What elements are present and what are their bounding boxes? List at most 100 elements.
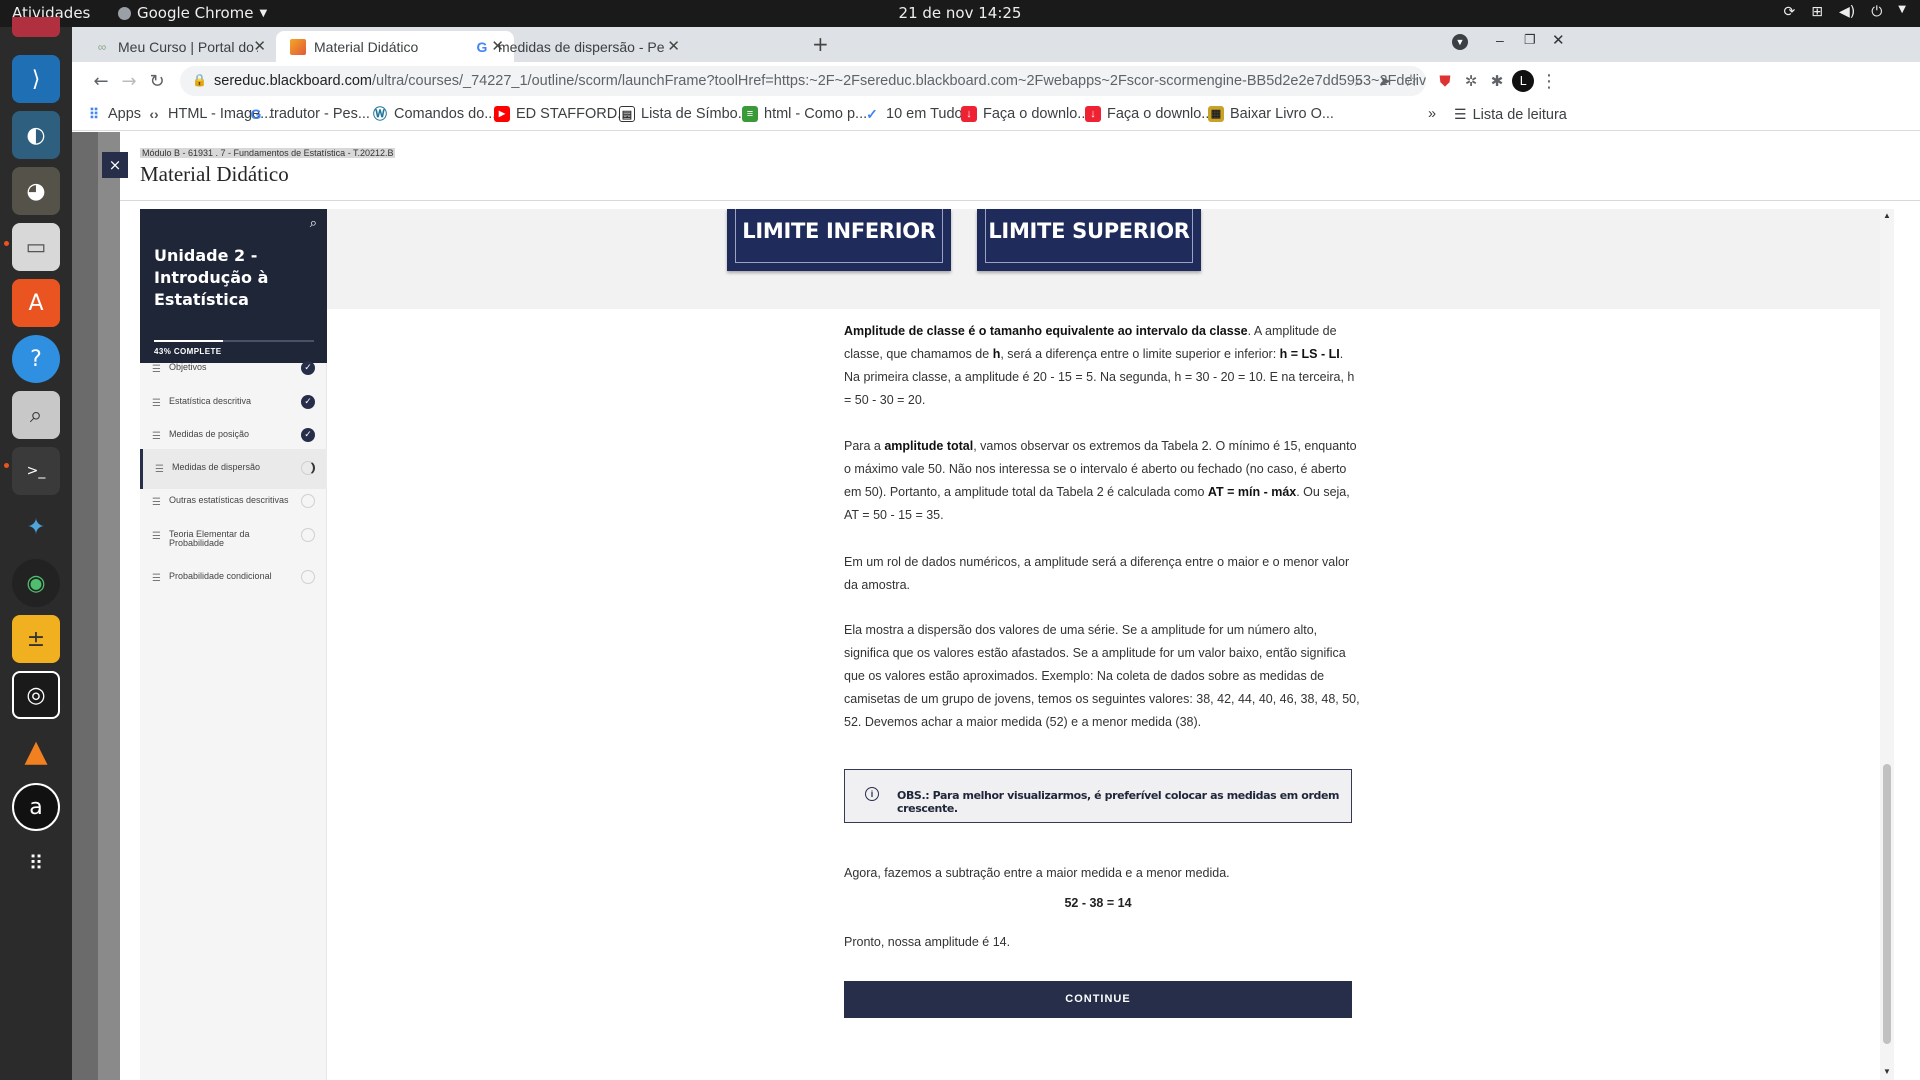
magnifier-icon[interactable]: ⌕ bbox=[12, 391, 60, 439]
bookmark-apps[interactable]: ⠿ Apps bbox=[86, 106, 141, 122]
app-icon-red[interactable] bbox=[12, 17, 60, 37]
tab-title: medidas de dispersão - Pe bbox=[498, 38, 665, 55]
help-icon[interactable]: ? bbox=[12, 335, 60, 383]
running-indicator bbox=[4, 463, 9, 468]
running-indicator bbox=[4, 241, 9, 246]
url-path: /ultra/courses/_74227_1/outline/scorm/la… bbox=[371, 73, 1426, 89]
bookmark-label: html - Como p... bbox=[764, 106, 868, 122]
close-tab-icon[interactable]: ✕ bbox=[253, 37, 266, 55]
bookmark-item[interactable]: ▦ Baixar Livro O... bbox=[1208, 106, 1334, 122]
page-title: Material Didático bbox=[140, 162, 289, 186]
show-apps-icon[interactable]: ⠿ bbox=[12, 839, 60, 887]
chrome-icon bbox=[118, 6, 131, 20]
adblock-icon[interactable]: ⛊ bbox=[1432, 68, 1458, 94]
text: Para a bbox=[844, 439, 885, 453]
obs-callout: i OBS.: Para melhor visualizarmos, é pre… bbox=[844, 769, 1352, 823]
calculator-icon[interactable]: ± bbox=[12, 615, 60, 663]
dock: ⟩ ◐ ◕ ▭ A ? ⌕ >_ ✦ ◉ ± ◎ ▲ a ⠿ bbox=[0, 17, 72, 1080]
bookmark-label: tradutor - Pes... bbox=[270, 106, 370, 122]
lesson-label: Teoria Elementar da Probabilidade bbox=[169, 529, 250, 548]
limite-inferior-box: LIMITE INFERIOR bbox=[727, 209, 951, 271]
continue-button[interactable]: CONTINUE bbox=[844, 981, 1352, 1018]
bookmark-item[interactable]: ↓ Faça o downlo... bbox=[1085, 106, 1213, 122]
lesson-label: Objetivos bbox=[169, 362, 207, 372]
camera-app-icon[interactable]: ◉ bbox=[12, 559, 60, 607]
lesson-sidebar: ⌕ Unidade 2 - Introdução à Estatística 4… bbox=[140, 209, 327, 1080]
reload-icon[interactable]: ↻ bbox=[144, 68, 170, 94]
send-icon[interactable]: ➤ bbox=[1372, 68, 1398, 94]
bookmark-label: Apps bbox=[108, 106, 142, 122]
scroll-thumb[interactable] bbox=[1883, 764, 1891, 1044]
address-bar[interactable]: 🔒 sereduc.blackboard.com/ultra/courses/_… bbox=[180, 66, 1426, 96]
lesson-label: Outras estatísticas descritivas bbox=[169, 495, 289, 505]
more-menu-icon[interactable]: ⋮ bbox=[1536, 68, 1562, 94]
close-tab-icon[interactable]: ✕ bbox=[667, 37, 680, 55]
extension-icon[interactable]: ✲ bbox=[1458, 68, 1484, 94]
terminal-icon[interactable]: >_ bbox=[12, 447, 60, 495]
search-icon[interactable]: ⌕ bbox=[310, 215, 317, 231]
clock[interactable]: 21 de nov 14:25 bbox=[0, 4, 1920, 22]
new-tab-button[interactable]: + bbox=[812, 32, 829, 56]
bookmark-item[interactable]: Ⓦ Comandos do... bbox=[372, 106, 496, 122]
check-icon: ✓ bbox=[301, 428, 315, 442]
bookmark-star-icon[interactable]: ☆ bbox=[1398, 68, 1424, 94]
amazon-icon[interactable]: a bbox=[12, 783, 60, 831]
zoom-icon[interactable]: ⌕ bbox=[1346, 68, 1372, 94]
inkscape-icon[interactable]: ✦ bbox=[12, 503, 60, 551]
bookmark-label: 10 em Tudo bbox=[886, 106, 963, 122]
tab-meu-curso[interactable]: ∞ Meu Curso | Portal do Alu ✕ bbox=[80, 31, 276, 62]
bookmarks-overflow[interactable]: » bbox=[1428, 106, 1436, 122]
bookmark-item[interactable]: ✓ 10 em Tudo bbox=[864, 106, 963, 122]
bold-text: Amplitude de classe é o tamanho equivale… bbox=[844, 324, 1248, 338]
bookmark-item[interactable]: ≡ html - Como p... bbox=[742, 106, 867, 122]
close-panel-button[interactable]: × bbox=[102, 152, 128, 178]
profile-avatar[interactable]: L bbox=[1510, 68, 1536, 94]
vlc-icon[interactable]: ▲ bbox=[12, 727, 60, 775]
tab-medidas-dispersao[interactable]: G medidas de dispersão - Pe ✕ bbox=[460, 31, 690, 62]
reading-list[interactable]: ☰ Lista de leitura bbox=[1454, 106, 1567, 123]
bookmark-item[interactable]: ↓ Faça o downlo... bbox=[961, 106, 1089, 122]
obs-text: OBS.: Para melhor visualizarmos, é prefe… bbox=[897, 789, 1340, 815]
paragraph-resultado: Pronto, nossa amplitude é 14. bbox=[844, 935, 1011, 949]
tab-search-icon[interactable]: ▼ bbox=[1452, 34, 1468, 50]
course-frame: ⌕ Unidade 2 - Introdução à Estatística 4… bbox=[140, 209, 1894, 1080]
reading-list-label: Lista de leitura bbox=[1472, 106, 1567, 123]
lesson-item[interactable]: ☰ Probabilidade condicional bbox=[140, 558, 327, 598]
extensions-puzzle-icon[interactable]: ✱ bbox=[1484, 68, 1510, 94]
system-tray[interactable]: ⟳ ⊞ ◀) ⏻ ▼ bbox=[1784, 4, 1906, 20]
mysql-workbench-icon[interactable]: ◐ bbox=[12, 111, 60, 159]
scrollbar[interactable]: ▲ ▼ bbox=[1880, 209, 1894, 1080]
lesson-item[interactable]: ☰ Teoria Elementar da Probabilidade bbox=[140, 516, 327, 556]
maximize-icon[interactable]: ❐ bbox=[1524, 32, 1536, 48]
lesson-label: Medidas de posição bbox=[169, 429, 250, 439]
limite-superior-label: LIMITE SUPERIOR bbox=[985, 209, 1193, 263]
screenshot-icon[interactable]: ◎ bbox=[12, 671, 60, 719]
bookmark-item[interactable]: Gtradutor - Pes... bbox=[248, 106, 370, 122]
limite-inferior-label: LIMITE INFERIOR bbox=[735, 209, 943, 263]
list-lines-icon: ☰ bbox=[152, 573, 161, 584]
back-icon[interactable]: ← bbox=[88, 68, 114, 94]
list-lines-icon: ☰ bbox=[152, 431, 161, 442]
app-menu[interactable]: Google Chrome ▼ bbox=[118, 4, 267, 22]
paragraph-rol: Em um rol de dados numéricos, a amplitud… bbox=[844, 555, 1350, 592]
formula-text: h = LS - LI bbox=[1279, 347, 1340, 361]
scroll-down-icon[interactable]: ▼ bbox=[1883, 1067, 1891, 1076]
minimize-icon[interactable]: – bbox=[1496, 32, 1504, 48]
system-top-bar: Atividades Google Chrome ▼ 21 de nov 14:… bbox=[0, 0, 1920, 27]
vscode-icon[interactable]: ⟩ bbox=[12, 55, 60, 103]
software-center-icon[interactable]: A bbox=[12, 279, 60, 327]
code-icon: ‹› bbox=[149, 106, 159, 122]
stackoverflow-icon: ≡ bbox=[742, 106, 758, 122]
breadcrumb: Módulo B - 61931 . 7 - Fundamentos de Es… bbox=[140, 148, 396, 158]
blackboard-backdrop-panel bbox=[98, 132, 120, 1080]
bookmark-item[interactable]: ▶ ED STAFFORD... bbox=[494, 106, 629, 122]
bookmark-label: Faça o downlo... bbox=[1107, 106, 1214, 122]
wordpress-icon: Ⓦ bbox=[373, 106, 387, 122]
scroll-up-icon[interactable]: ▲ bbox=[1883, 211, 1891, 220]
gimp-icon[interactable]: ◕ bbox=[12, 167, 60, 215]
close-window-icon[interactable]: ✕ bbox=[1552, 31, 1565, 49]
tab-strip: ∞ Meu Curso | Portal do Alu ✕ Material D… bbox=[72, 27, 1920, 62]
bookmark-item[interactable]: ▤ Lista de Símbo... bbox=[619, 106, 750, 122]
files-icon[interactable]: ▭ bbox=[12, 223, 60, 271]
forward-icon[interactable]: → bbox=[116, 68, 142, 94]
